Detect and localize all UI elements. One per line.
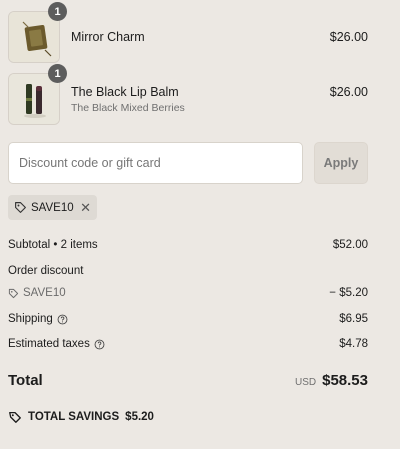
total-savings-label: TOTAL SAVINGS: [28, 411, 120, 423]
taxes-value: $4.78: [339, 338, 368, 350]
shipping-label: Shipping: [8, 313, 53, 325]
product-price: $26.00: [329, 30, 368, 44]
order-discount-code: SAVE10: [8, 287, 66, 299]
shipping-value: $6.95: [339, 313, 368, 325]
applied-discount-chip: SAVE10 ✕: [8, 195, 97, 220]
product-variant: The Black Mixed Berries: [71, 102, 185, 114]
shipping-row: Shipping $6.95: [8, 313, 368, 325]
apply-discount-button[interactable]: Apply: [314, 142, 368, 184]
total-row: Total USD $58.53: [8, 372, 368, 389]
order-discount-label: Order discount: [8, 265, 84, 277]
order-discount-value: − $5.20: [329, 287, 368, 299]
order-discount-code-label: SAVE10: [23, 287, 66, 299]
tag-icon: [15, 202, 26, 213]
help-icon[interactable]: [57, 314, 68, 325]
tag-icon: [8, 288, 19, 298]
applied-code-label: SAVE10: [31, 201, 74, 214]
total-savings: TOTAL SAVINGS $5.20: [8, 410, 154, 424]
total-savings-amount: $5.20: [125, 411, 154, 423]
line-item: 1 Mirror Charm $26.00: [8, 2, 368, 63]
total-label: Total: [8, 372, 43, 389]
order-discount-code-row: SAVE10 − $5.20: [8, 287, 368, 299]
taxes-label: Estimated taxes: [8, 338, 90, 350]
line-item: 1 The Black Lip Balm The Black Mixed Ber…: [8, 64, 368, 125]
taxes-row: Estimated taxes $4.78: [8, 338, 368, 350]
subtotal-row: Subtotal • 2 items $52.00: [8, 239, 368, 251]
remove-discount-icon[interactable]: ✕: [80, 201, 91, 214]
quantity-badge: 1: [48, 2, 67, 21]
product-price: $26.00: [329, 85, 368, 99]
total-amount: $58.53: [322, 372, 368, 389]
quantity-badge: 1: [48, 64, 67, 83]
help-icon[interactable]: [94, 339, 105, 350]
product-name: Mirror Charm: [71, 30, 145, 44]
discount-code-input[interactable]: [8, 142, 303, 184]
subtotal-label: Subtotal • 2 items: [8, 239, 98, 251]
savings-tag-icon: [9, 411, 21, 423]
product-name: The Black Lip Balm: [71, 85, 179, 99]
subtotal-value: $52.00: [332, 239, 368, 251]
currency-code: USD: [294, 377, 317, 388]
order-discount-row: Order discount: [8, 265, 368, 277]
